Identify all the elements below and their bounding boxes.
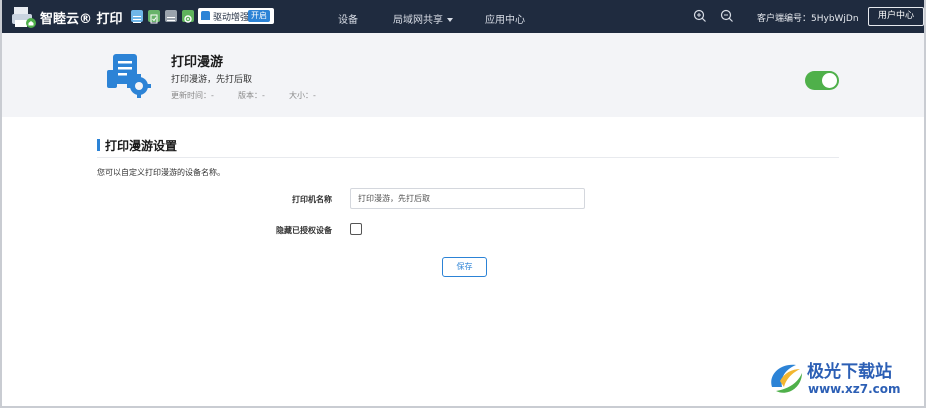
feature-description: 打印漫游，先打后取 (171, 75, 253, 85)
section-accent-bar (97, 139, 100, 151)
watermark-url: www.xz7.com (808, 382, 901, 396)
watermark-text: 极光下载站 (807, 362, 892, 382)
toggle-knob (822, 73, 837, 88)
zoom-out-icon[interactable] (720, 9, 734, 23)
hide-authorized-checkbox[interactable] (350, 223, 362, 235)
app-window: 智睦云® 打印 驱动增强 开启 设备 局域网共享 应用中心 客户端编号：5Hyb… (0, 0, 926, 408)
section-title: 打印漫游设置 (105, 139, 178, 153)
driver-enhance-label: 驱动增强 (213, 13, 250, 23)
nav-item-devices[interactable]: 设备 (338, 11, 358, 26)
size: 大小：- (289, 91, 316, 100)
chevron-down-icon (447, 18, 453, 22)
list-icon[interactable] (165, 10, 177, 22)
printer-name-input[interactable] (350, 188, 585, 209)
section-description: 您可以自定义打印漫游的设备名称。 (97, 168, 225, 177)
section-divider (97, 157, 839, 158)
watermark-logo-icon (771, 364, 802, 393)
feature-enable-toggle[interactable] (805, 71, 839, 90)
feature-title: 打印漫游 (171, 55, 224, 70)
grid-icon[interactable] (131, 10, 143, 23)
nav-item-label: 设备 (338, 15, 358, 26)
top-bar: 智睦云® 打印 驱动增强 开启 设备 局域网共享 应用中心 客户端编号：5Hyb… (2, 0, 924, 33)
brand-title: 智睦云® 打印 (40, 12, 123, 27)
printer-name-label: 打印机名称 (292, 195, 332, 204)
nav-item-lan-share[interactable]: 局域网共享 (393, 11, 453, 26)
user-center-button[interactable]: 用户中心 (868, 7, 924, 26)
driver-enhance-pill[interactable]: 驱动增强 开启 (198, 8, 274, 24)
version: 版本：- (238, 91, 265, 100)
gear-icon[interactable] (182, 10, 194, 23)
document-icon[interactable] (148, 10, 160, 24)
hide-authorized-label: 隐藏已授权设备 (276, 226, 332, 235)
update-time: 更新时间：- (171, 91, 214, 100)
driver-enhance-badge: 开启 (248, 10, 270, 22)
nav-item-label: 应用中心 (485, 15, 525, 26)
nav-item-label: 局域网共享 (393, 15, 443, 26)
logo-printer-icon (12, 7, 36, 28)
save-button[interactable]: 保存 (442, 257, 487, 277)
print-roaming-icon (107, 54, 151, 98)
watermark: 极光下载站 www.xz7.com (766, 355, 926, 405)
customer-id: 客户端编号：5HybWjDn (757, 14, 859, 24)
nav-item-app-center[interactable]: 应用中心 (485, 11, 525, 26)
zoom-in-icon[interactable] (693, 9, 707, 23)
printer-small-icon (201, 11, 210, 20)
feature-header: 打印漫游 打印漫游，先打后取 更新时间：- 版本：- 大小：- (2, 33, 924, 117)
